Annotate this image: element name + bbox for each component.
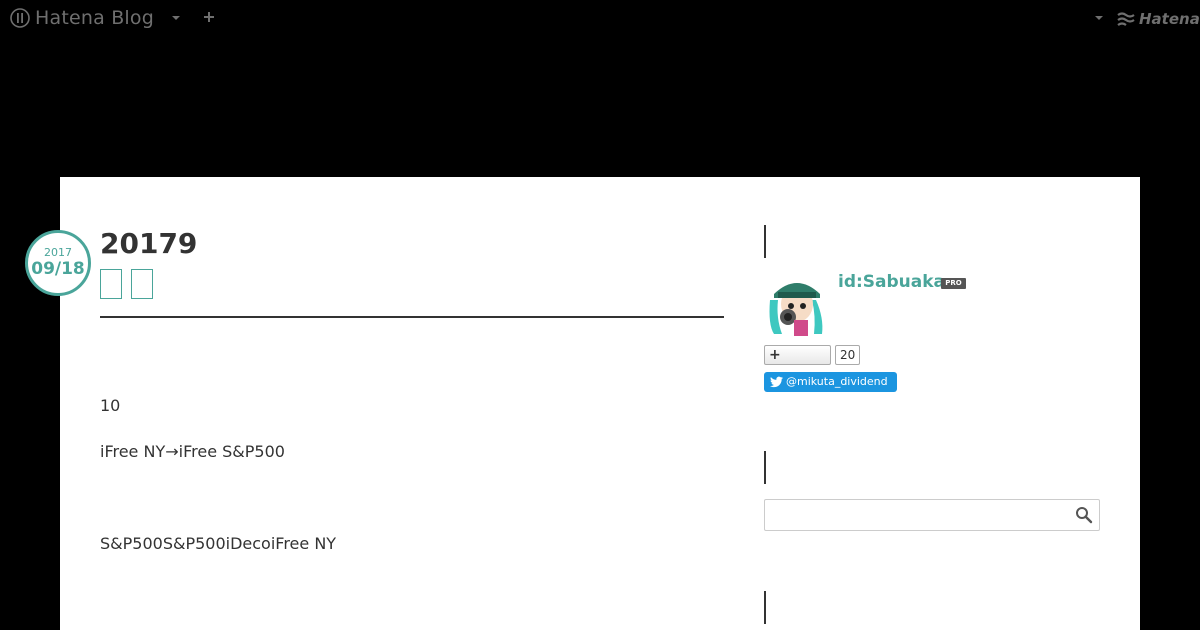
subscribe-button[interactable]: + <box>764 345 831 365</box>
avatar-illustration <box>764 270 830 336</box>
entry-paragraph: 10 <box>100 396 121 415</box>
category-tag[interactable] <box>100 269 122 299</box>
search-input[interactable] <box>765 500 1065 530</box>
global-header: Hatena Blog Hatena <box>0 0 1200 38</box>
hatena-blog-logo-text: Hatena Blog <box>35 7 154 29</box>
sidebar-section-marker <box>764 451 766 484</box>
hatena-logo-text: Hatena <box>1139 10 1200 28</box>
twitter-bird-icon <box>770 376 783 388</box>
pro-badge: PRO <box>941 278 966 289</box>
content-area <box>60 177 1140 630</box>
hatena-blog-logo[interactable]: Hatena Blog <box>10 7 154 29</box>
twitter-follow-button[interactable]: @mikuta_dividend <box>764 372 897 392</box>
search-icon[interactable] <box>1075 506 1093 524</box>
search-form <box>764 499 1100 531</box>
add-entry-icon[interactable] <box>202 10 216 24</box>
subscriber-count: 20 <box>835 345 861 365</box>
entry-date-year: 2017 <box>44 246 72 259</box>
hatena-logo[interactable]: Hatena <box>1116 10 1200 28</box>
chevron-down-icon[interactable] <box>170 12 182 24</box>
profile-id-link[interactable]: id:Sabuaka <box>838 272 945 292</box>
entry-header-divider <box>100 316 724 318</box>
sidebar-section-marker <box>764 225 766 258</box>
hatena-blog-logo-icon <box>10 8 30 28</box>
sidebar-section-marker <box>764 591 766 624</box>
category-tag[interactable] <box>131 269 153 299</box>
entry-date-badge[interactable]: 2017 09/18 <box>25 230 91 296</box>
entry-paragraph: S&P500S&P500iDecoiFree NY <box>100 534 337 553</box>
hatena-mark-icon <box>1117 12 1135 26</box>
entry-date-day: 09/18 <box>31 259 85 279</box>
entry-paragraph: iFree NY→iFree S&P500 <box>100 442 285 461</box>
user-menu-chevron-icon[interactable] <box>1093 12 1105 24</box>
avatar[interactable] <box>764 270 830 336</box>
entry-title[interactable]: 20179 <box>100 227 197 261</box>
twitter-handle: @mikuta_dividend <box>786 375 888 388</box>
plus-icon: + <box>769 347 781 363</box>
